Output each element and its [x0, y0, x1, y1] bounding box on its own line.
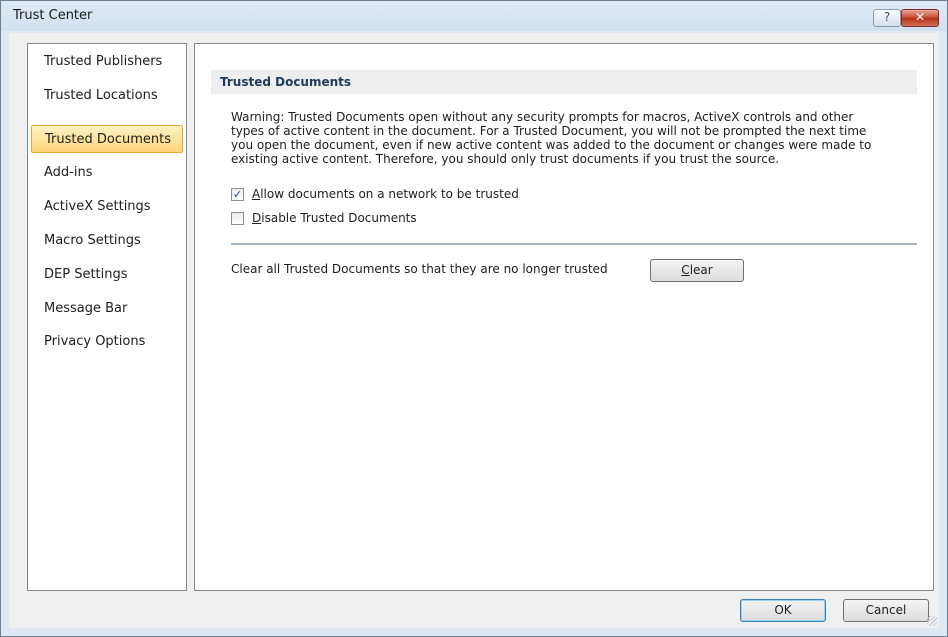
- nav-item-message-bar[interactable]: Message Bar: [31, 295, 183, 323]
- help-icon: ?: [883, 10, 891, 24]
- disable-trusted-label[interactable]: Disable Trusted Documents: [252, 211, 417, 226]
- ok-button[interactable]: OK: [740, 599, 826, 622]
- label-text: llow documents on a network to be truste…: [260, 187, 519, 201]
- section-divider: [231, 243, 917, 245]
- settings-panel: Trusted Documents Warning: Trusted Docum…: [194, 43, 934, 591]
- nav-item-add-ins[interactable]: Add-ins: [31, 159, 183, 187]
- nav-item-activex-settings[interactable]: ActiveX Settings: [31, 193, 183, 221]
- nav-item-privacy-options[interactable]: Privacy Options: [31, 328, 183, 356]
- section-header: Trusted Documents: [211, 70, 917, 94]
- trust-center-dialog: Trust Center ? ✕ Trusted Publishers Trus…: [0, 0, 948, 637]
- category-list: Trusted Publishers Trusted Locations Tru…: [27, 43, 187, 591]
- warning-line: Warning: Trusted Documents open without …: [231, 110, 854, 124]
- dialog-title: Trust Center: [13, 8, 93, 23]
- label-text: isable Trusted Documents: [261, 211, 417, 225]
- dialog-body: Trusted Publishers Trusted Locations Tru…: [9, 33, 939, 628]
- close-button[interactable]: ✕: [901, 9, 939, 27]
- accelerator-key: D: [252, 211, 262, 225]
- cancel-button[interactable]: Cancel: [843, 599, 929, 622]
- accelerator-key: A: [252, 187, 261, 201]
- warning-line: types of active content in the document.…: [231, 124, 867, 138]
- accelerator-key: C: [681, 263, 690, 277]
- nav-item-macro-settings[interactable]: Macro Settings: [31, 227, 183, 255]
- resize-grip-icon[interactable]: [927, 616, 937, 626]
- help-button[interactable]: ?: [873, 9, 901, 27]
- warning-line: you open the document, even if new activ…: [231, 138, 872, 152]
- allow-network-checkbox[interactable]: ✓: [231, 188, 244, 201]
- title-bar[interactable]: Trust Center ? ✕: [1, 1, 947, 31]
- nav-item-dep-settings[interactable]: DEP Settings: [31, 261, 183, 289]
- disable-trusted-checkbox[interactable]: [231, 212, 244, 225]
- clear-description: Clear all Trusted Documents so that they…: [231, 262, 608, 276]
- nav-item-trusted-publishers[interactable]: Trusted Publishers: [31, 48, 183, 76]
- checkmark-icon: ✓: [232, 188, 243, 201]
- allow-network-label[interactable]: Allow documents on a network to be trust…: [252, 187, 519, 202]
- button-label: lear: [689, 263, 713, 277]
- warning-line: existing active content. Therefore, you …: [231, 152, 780, 166]
- close-icon: ✕: [914, 10, 926, 24]
- clear-button[interactable]: Clear: [650, 259, 744, 282]
- nav-item-trusted-locations[interactable]: Trusted Locations: [31, 82, 183, 110]
- warning-text: Warning: Trusted Documents open without …: [231, 110, 921, 166]
- nav-item-trusted-documents[interactable]: Trusted Documents: [31, 125, 183, 153]
